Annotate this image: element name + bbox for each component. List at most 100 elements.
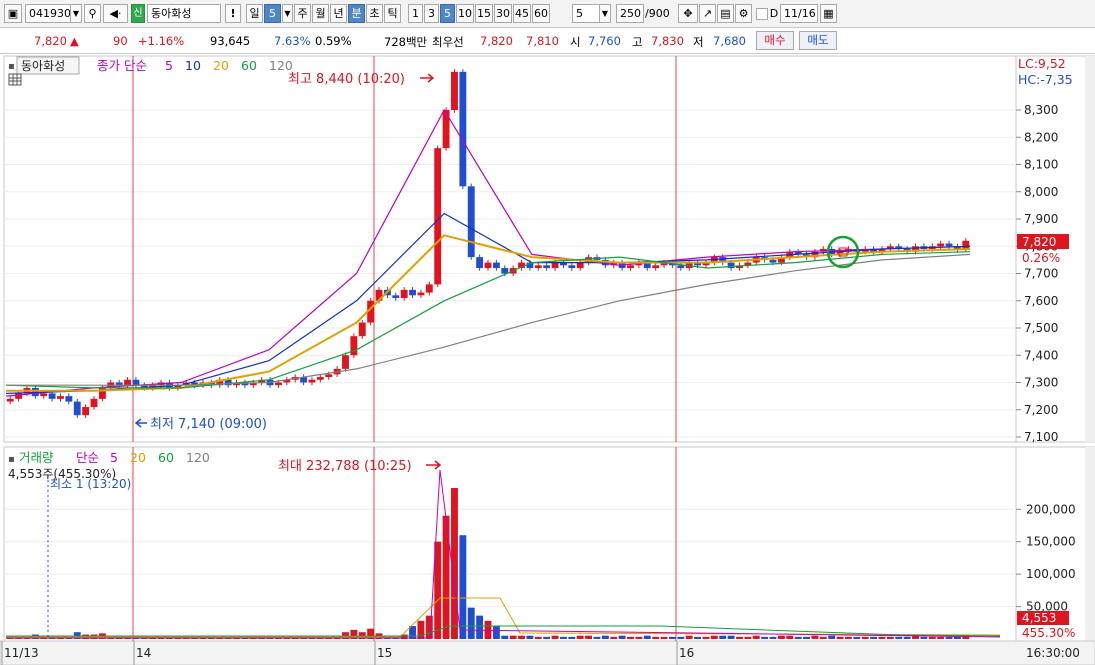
- candle-body-0: [6, 398, 14, 402]
- volume-bar-95: [803, 636, 810, 639]
- volume-bar-87: [736, 636, 743, 639]
- candle-body-46: [392, 295, 400, 299]
- volume-scrollbar[interactable]: [1085, 447, 1095, 641]
- candle-body-53: [451, 71, 458, 110]
- volume-bar-81: [685, 635, 693, 639]
- candle-body-14: [124, 379, 131, 386]
- price-tick-0: 8,300: [1024, 103, 1058, 117]
- price-scrollbar[interactable]: [1085, 56, 1095, 442]
- volume-bar-79: [668, 636, 676, 639]
- hc-label: HC:-7,35: [1018, 72, 1073, 87]
- candle-body-48: [409, 289, 416, 296]
- candle-body-77: [652, 265, 660, 269]
- volume-bar-72: [610, 636, 618, 639]
- x-axis-time: 16:30:00: [1026, 646, 1080, 660]
- volume-bar-73: [618, 635, 626, 639]
- volume-bar-59: [501, 635, 509, 639]
- volume-title: 거래량: [19, 450, 54, 465]
- ma-legend-20: 20: [213, 58, 229, 73]
- candle-body-4: [40, 393, 48, 397]
- volume-bar-101: [853, 636, 861, 639]
- candle-body-8: [73, 401, 81, 416]
- candle-body-111: [937, 243, 945, 247]
- volume-ma-legend-60: 60: [158, 450, 174, 465]
- volume-bar-98: [828, 635, 836, 639]
- candle-body-64: [543, 265, 551, 269]
- price-tick-7: 7,600: [1024, 294, 1058, 308]
- candle-body-63: [534, 265, 542, 269]
- volume-bar-77: [652, 636, 660, 639]
- candle-body-74: [627, 265, 634, 269]
- price-tick-2: 8,100: [1024, 158, 1058, 172]
- volume-bar-104: [878, 636, 886, 639]
- volume-bar-112: [945, 636, 953, 639]
- volume-bar-70: [593, 636, 601, 639]
- volume-bar-75: [635, 636, 643, 639]
- candle-body-38: [325, 374, 333, 378]
- volume-bar-80: [677, 636, 685, 639]
- volume-bar-84: [710, 635, 718, 639]
- volume-bar-91: [769, 636, 777, 639]
- min-volume-note: 최소 1 (13:20): [50, 477, 131, 491]
- candle-body-37: [316, 377, 324, 380]
- candle-body-7: [65, 396, 73, 402]
- volume-bar-62: [526, 635, 534, 639]
- volume-bar-64: [543, 636, 551, 639]
- volume-bar-66: [560, 636, 567, 639]
- x-label-3: 16: [679, 646, 694, 660]
- candle-body-59: [501, 268, 509, 274]
- candle-body-65: [551, 262, 559, 269]
- volume-bar-63: [534, 636, 542, 639]
- candle-body-52: [442, 110, 450, 149]
- ma-legend-120: 120: [269, 58, 293, 73]
- high-note: 최고 8,440 (10:20): [288, 72, 405, 87]
- stock-chart[interactable]: 8,3008,2008,1008,0007,9007,8007,7007,600…: [0, 0, 1095, 665]
- lc-label: LC:9,52: [1018, 56, 1066, 71]
- volume-panel-toggle-icon[interactable]: ▪: [8, 454, 15, 465]
- volume-bar-86: [727, 635, 735, 639]
- candle-body-67: [568, 265, 576, 269]
- price-tick-12: 7,100: [1024, 430, 1058, 444]
- volume-bar-58: [492, 626, 500, 639]
- volume-bar-61: [518, 635, 525, 639]
- candle-body-68: [576, 262, 584, 269]
- candle-body-47: [400, 289, 408, 299]
- candle-body-49: [417, 292, 425, 296]
- volume-ma-title: 단순: [76, 450, 99, 465]
- ma-legend-10: 10: [185, 58, 201, 73]
- ma-title: 종가 단순: [97, 58, 147, 73]
- price-tick-6: 7,700: [1024, 267, 1058, 281]
- candle-body-51: [434, 148, 442, 285]
- table-icon[interactable]: [8, 73, 22, 86]
- volume-bar-96: [811, 635, 819, 639]
- candle-body-32: [274, 382, 282, 386]
- volume-bar-99: [836, 636, 844, 639]
- candle-body-56: [476, 257, 484, 269]
- candle-body-15: [132, 379, 140, 386]
- candle-body-55: [467, 186, 475, 258]
- volume-bar-69: [585, 635, 593, 639]
- volume-bar-71: [601, 635, 609, 639]
- candle-body-50: [425, 284, 433, 293]
- volume-bar-83: [702, 636, 710, 639]
- ma-legend-5: 5: [165, 58, 173, 73]
- volume-bar-94: [794, 636, 802, 639]
- current-pct-axis-label: 0.26%: [1022, 251, 1060, 265]
- x-label-2: 15: [377, 646, 392, 660]
- volume-bar-78: [660, 636, 668, 639]
- stock-name-label: 동아화성: [21, 59, 65, 73]
- price-tick-4: 7,900: [1024, 212, 1058, 226]
- volume-bar-67: [568, 636, 576, 639]
- volume-bar-55: [467, 607, 475, 639]
- volume-bar-102: [861, 636, 869, 639]
- volume-bar-113: [953, 636, 961, 639]
- candle-body-114: [962, 240, 970, 249]
- price-tick-10: 7,300: [1024, 376, 1058, 390]
- volume-ma-legend-5: 5: [110, 450, 118, 465]
- panel-toggle-icon[interactable]: ▪: [8, 61, 15, 72]
- volume-bar-105: [886, 636, 894, 639]
- volume-bar-65: [551, 635, 559, 639]
- candle-body-9: [82, 407, 90, 416]
- ma-legend-60: 60: [241, 58, 257, 73]
- volume-bar-97: [819, 636, 827, 639]
